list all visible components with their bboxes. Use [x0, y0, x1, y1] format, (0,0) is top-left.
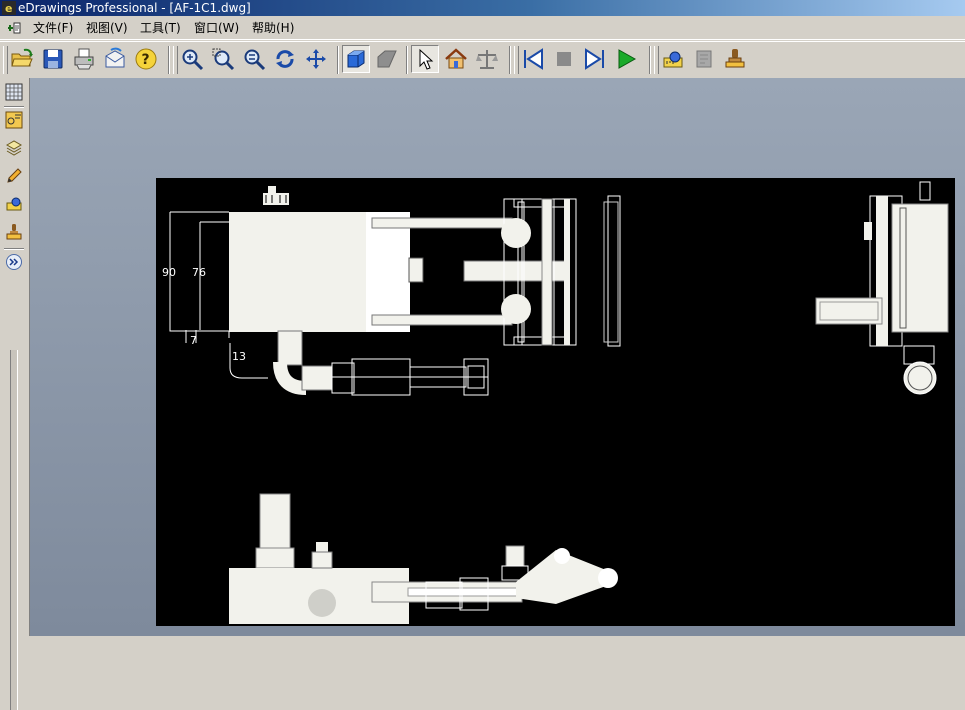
menu-help[interactable]: 帮助(H) [250, 20, 296, 36]
sheet-format-icon [5, 83, 22, 100]
dimension-76: 76 [192, 266, 206, 279]
zoom-to-fit-icon [244, 49, 266, 71]
markup-icon [696, 50, 712, 68]
measure-icon [663, 51, 683, 68]
drawing-sheet[interactable]: 90 76 7 13 [156, 178, 955, 626]
cad-drawing: 90 76 7 13 [162, 181, 949, 624]
first-frame-icon [524, 48, 543, 70]
play-icon [618, 49, 637, 69]
side-view [815, 181, 949, 395]
menu-view[interactable]: 视图(V) [84, 20, 130, 36]
send-mail-icon [105, 47, 125, 68]
help-icon: ? [135, 48, 157, 70]
shaded-view-icon [347, 50, 365, 68]
layers-icon [5, 139, 22, 156]
zoom-to-fit-button[interactable] [240, 45, 268, 73]
measure-icon [6, 197, 21, 210]
layers-button[interactable] [3, 137, 24, 158]
top-view [229, 493, 618, 624]
menu-tools[interactable]: 工具(T) [138, 20, 183, 36]
measure-button[interactable] [659, 45, 687, 73]
menu-window[interactable]: 窗口(W) [192, 20, 241, 36]
toolbar-separator [168, 46, 170, 74]
measure-balance-button[interactable] [473, 45, 501, 73]
toolbar-separator [337, 46, 339, 74]
zoom-button[interactable] [178, 45, 206, 73]
print-icon [74, 48, 94, 70]
zoom-to-area-icon [212, 48, 235, 71]
front-view: 90 76 7 13 [162, 186, 621, 396]
left-toolbar-separator [4, 248, 24, 250]
print-button[interactable] [70, 45, 98, 73]
toolbar-separator [509, 46, 511, 74]
svg-text:e: e [5, 2, 12, 15]
panel-splitter[interactable] [10, 350, 18, 710]
select-button[interactable] [411, 45, 439, 73]
save-icon [43, 49, 63, 69]
stop-button[interactable] [550, 45, 578, 73]
title-bar: e eDrawings Professional - [AF-1C1.dwg] [0, 0, 965, 16]
pan-icon [306, 49, 326, 69]
shaded-view-button[interactable] [342, 45, 370, 73]
hidden-lines-icon [377, 50, 397, 68]
select-icon [419, 48, 434, 70]
open-button[interactable] [8, 45, 36, 73]
markup-pen-icon [6, 167, 22, 183]
rotate-button[interactable] [271, 45, 299, 73]
stamp-icon [725, 49, 745, 68]
help-button[interactable]: ? [132, 45, 160, 73]
left-toolbar [0, 78, 30, 710]
dimension-7: 7 [190, 334, 197, 347]
dimension-13: 13 [232, 350, 246, 363]
document-icon[interactable] [6, 20, 22, 36]
main-toolbar: ? [0, 41, 965, 79]
stamp-button[interactable] [721, 45, 749, 73]
menu-file[interactable]: 文件(F) [31, 20, 75, 36]
open-icon [11, 48, 33, 67]
zoom-to-area-button[interactable] [209, 45, 237, 73]
hidden-lines-button[interactable] [373, 45, 401, 73]
measure-panel-button[interactable] [3, 193, 24, 214]
markup-button[interactable] [690, 45, 718, 73]
window-title: eDrawings Professional - [AF-1C1.dwg] [18, 1, 251, 15]
first-frame-button[interactable] [519, 45, 547, 73]
sheets-button[interactable] [3, 109, 24, 130]
pan-button[interactable] [302, 45, 330, 73]
left-toolbar-separator [4, 106, 24, 108]
menu-bar: 文件(F) 视图(V) 工具(T) 窗口(W) 帮助(H) [0, 17, 965, 40]
svg-text:?: ? [142, 52, 150, 68]
stamp-icon [6, 223, 21, 239]
home-view-button[interactable] [442, 45, 470, 73]
play-button[interactable] [612, 45, 640, 73]
sheet-format-button[interactable] [3, 81, 24, 102]
zoom-icon [182, 49, 204, 71]
dimension-90: 90 [162, 266, 176, 279]
measure-balance-icon [476, 50, 498, 69]
toolbar-separator [649, 46, 651, 74]
stamp-panel-button[interactable] [3, 221, 24, 242]
next-frame-icon [585, 48, 604, 70]
next-frame-button[interactable] [581, 45, 609, 73]
markup-pen-button[interactable] [3, 165, 24, 186]
save-button[interactable] [39, 45, 67, 73]
expand-panel-button[interactable] [3, 251, 24, 272]
app-logo-icon[interactable]: e [2, 1, 16, 15]
rotate-icon [276, 50, 294, 68]
stop-icon [557, 52, 571, 66]
expand-panel-icon [5, 253, 22, 270]
send-mail-button[interactable] [101, 45, 129, 73]
sheets-icon [5, 111, 22, 128]
toolbar-separator [406, 46, 408, 74]
home-view-icon [445, 48, 467, 69]
